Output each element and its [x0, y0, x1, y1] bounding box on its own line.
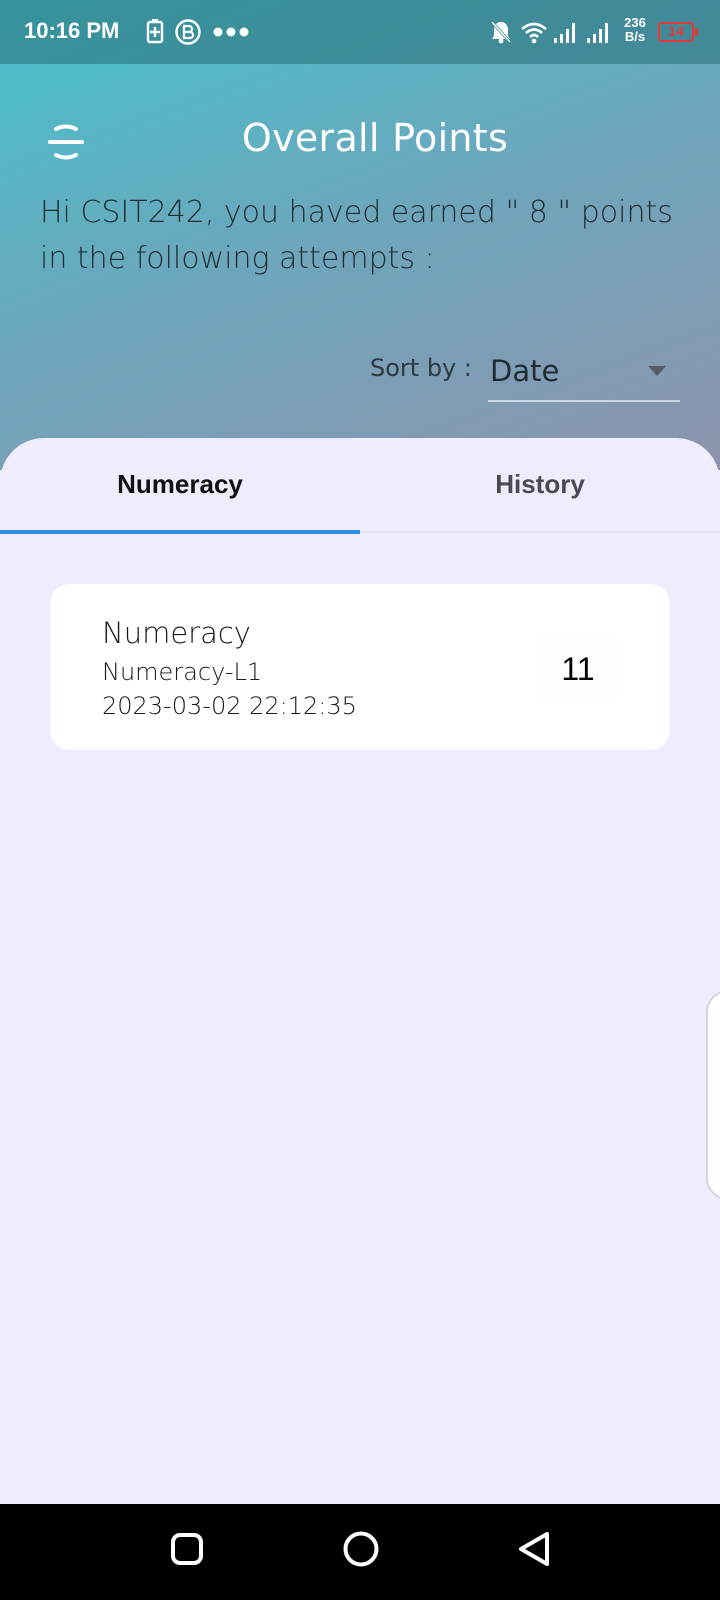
battery-icon: 14: [658, 22, 698, 42]
dropdown-arrow-icon: [648, 366, 666, 376]
net-speed-value: 236: [624, 15, 646, 30]
sort-dropdown[interactable]: Date: [488, 344, 680, 402]
attempt-title: Numeracy: [102, 616, 251, 650]
tab-numeracy[interactable]: Numeracy: [0, 438, 360, 534]
attempt-datetime: 2023-03-02 22:12:35: [102, 692, 357, 720]
net-speed-unit: B/s: [624, 29, 646, 44]
more-dots-icon: [213, 27, 249, 37]
greeting-text: Hi CSIT242, you haved earned " 8 " point…: [40, 195, 673, 276]
navigation-bar: [0, 1504, 720, 1600]
sort-label: Sort by :: [370, 354, 472, 382]
status-time: 10:16 PM: [24, 18, 120, 43]
wifi-icon: [521, 22, 547, 44]
signal-icon: [587, 23, 608, 43]
battery-saver-icon: [146, 19, 164, 44]
page-title: Overall Points: [241, 116, 509, 160]
battery-tip: [695, 28, 698, 36]
points-sheet: Numeracy History Numeracy Numeracy-L1 20…: [0, 438, 720, 1504]
recents-square-icon[interactable]: [170, 1532, 204, 1566]
tab-divider: [360, 531, 720, 533]
signal-icon: [554, 23, 575, 43]
tab-bar: Numeracy History: [0, 438, 720, 534]
battery-level: 14: [668, 23, 684, 39]
home-circle-icon[interactable]: [342, 1530, 380, 1568]
back-triangle-icon[interactable]: [516, 1530, 552, 1568]
attempt-points: 11: [538, 636, 618, 702]
edge-panel-handle[interactable]: [706, 990, 720, 1200]
status-bar: 10:16 PM 236 B/s 14: [0, 0, 720, 64]
attempt-card[interactable]: Numeracy Numeracy-L1 2023-03-02 22:12:35…: [50, 584, 670, 750]
b-app-icon: [175, 19, 201, 45]
tab-history[interactable]: History: [360, 438, 720, 534]
net-speed: 236 B/s: [620, 16, 650, 44]
sort-value: Date: [490, 354, 560, 388]
bell-muted-icon: [490, 20, 512, 44]
tab-indicator: [0, 530, 360, 534]
attempt-level: Numeracy-L1: [102, 658, 263, 686]
screen: 10:16 PM 236 B/s 14 Overall Points Hi CS…: [0, 0, 720, 1600]
